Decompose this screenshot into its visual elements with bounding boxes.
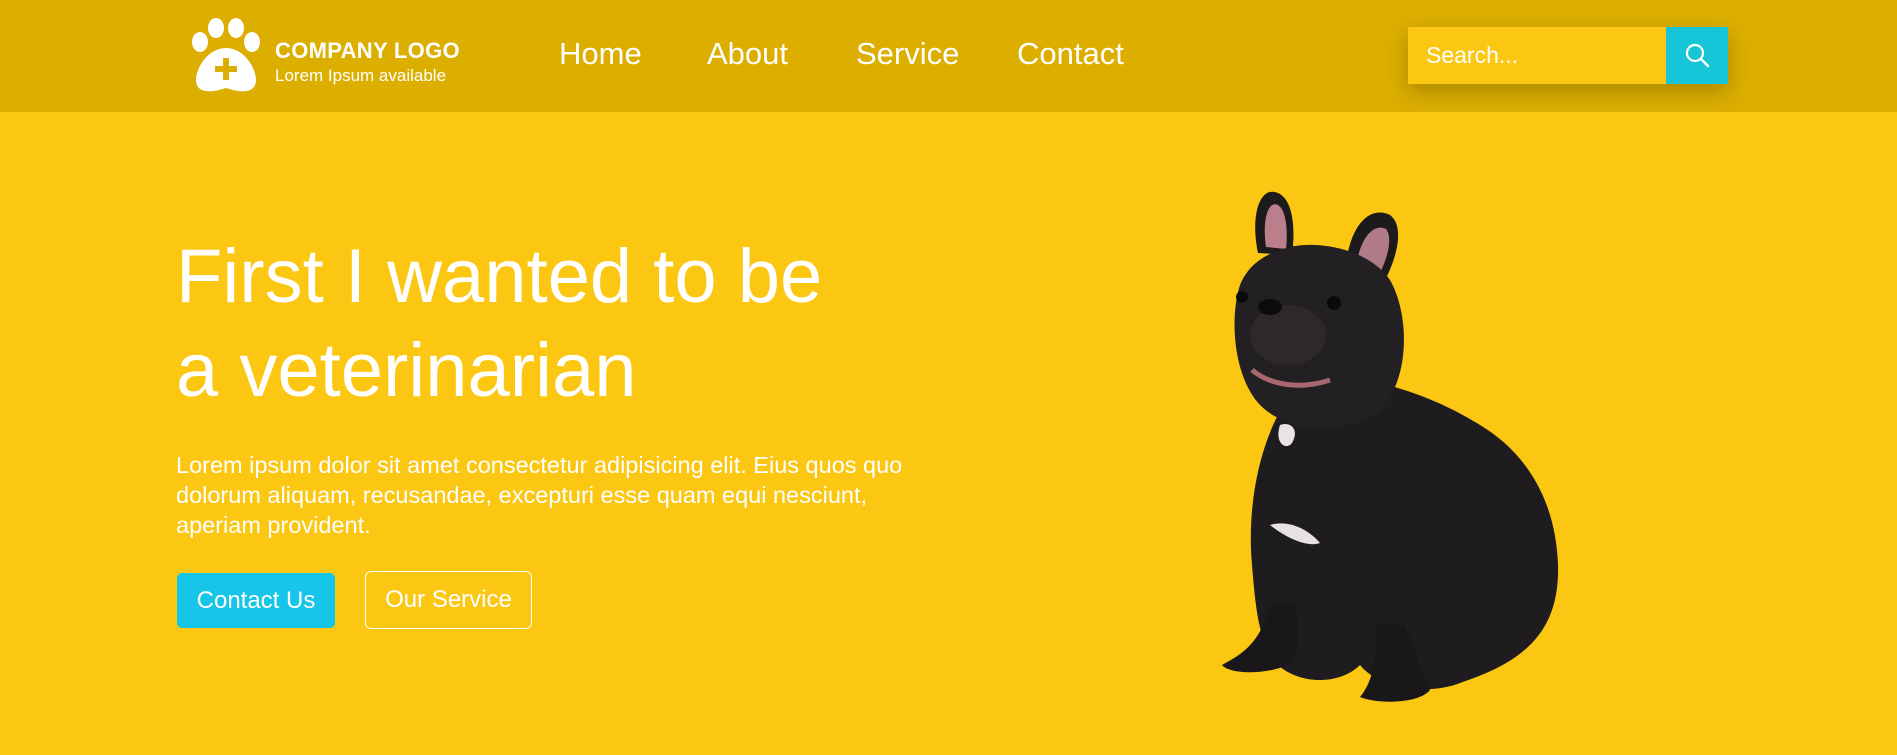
paw-plus-icon [192,18,260,92]
logo-subtitle: Lorem Ipsum available [275,66,447,85]
hero-title: First I wanted to be a veterinarian [176,230,936,418]
search-button[interactable] [1666,27,1728,84]
nav-service[interactable]: Service [856,36,959,72]
logo-title: COMPANY LOGO [275,38,460,63]
contact-us-button[interactable]: Contact Us [177,573,335,628]
search-icon [1685,43,1710,68]
nav-contact[interactable]: Contact [1017,36,1124,72]
our-service-button[interactable]: Our Service [365,571,532,629]
nav-about[interactable]: About [707,36,788,72]
hero-description: Lorem ipsum dolor sit amet consectetur a… [176,452,903,538]
search-input[interactable] [1408,27,1666,84]
site-header: COMPANY LOGO Lorem Ipsum available Home … [0,0,1897,112]
hero-title-line-2: a veterinarian [176,328,637,413]
company-logo[interactable]: COMPANY LOGO Lorem Ipsum available [190,18,480,94]
nav-home[interactable]: Home [559,36,642,72]
hero-title-line-1: First I wanted to be [176,234,823,319]
search-box [1408,27,1728,84]
french-bulldog-image [1222,191,1559,702]
